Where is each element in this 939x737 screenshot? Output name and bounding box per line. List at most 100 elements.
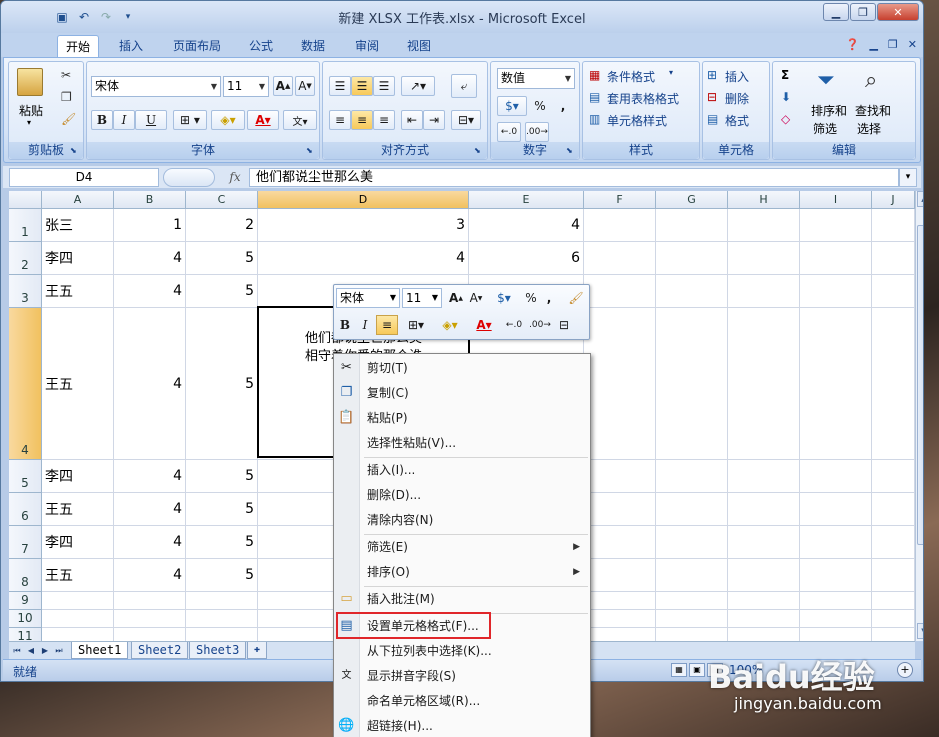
tab-insert[interactable]: 插入 bbox=[111, 35, 151, 57]
table-cell[interactable] bbox=[728, 610, 800, 628]
table-cell[interactable]: 5 bbox=[186, 526, 258, 559]
conditional-format-icon[interactable]: ▦ bbox=[589, 68, 600, 82]
mini-center-icon[interactable]: ≡ bbox=[376, 315, 398, 335]
comma-style-button[interactable]: , bbox=[553, 96, 573, 116]
table-cell[interactable]: 王五 bbox=[42, 275, 114, 308]
table-cell[interactable] bbox=[584, 275, 656, 308]
font-size-combo[interactable]: 11 ▼ bbox=[223, 76, 269, 97]
mini-font-color-icon[interactable]: A▾ bbox=[470, 315, 498, 335]
menu-item-clear-contents[interactable]: 清除内容(N) bbox=[334, 508, 590, 532]
table-cell[interactable]: 6 bbox=[469, 242, 584, 275]
table-cell[interactable] bbox=[114, 592, 186, 610]
table-cell[interactable]: 5 bbox=[186, 460, 258, 493]
insert-function-button[interactable]: fx bbox=[223, 168, 247, 187]
table-cell[interactable]: 5 bbox=[186, 275, 258, 308]
table-cell[interactable] bbox=[872, 493, 915, 526]
table-cell[interactable]: 4 bbox=[114, 242, 186, 275]
table-cell[interactable]: 3 bbox=[258, 209, 469, 242]
menu-item-sort[interactable]: 排序(O) ▶ bbox=[334, 560, 590, 584]
column-header-d[interactable]: D bbox=[258, 191, 469, 209]
mini-percent-icon[interactable]: % bbox=[522, 288, 540, 308]
paste-dropdown-icon[interactable]: ▾ bbox=[27, 118, 31, 127]
mini-grow-font-icon[interactable]: A ▲ bbox=[446, 288, 466, 308]
table-cell[interactable] bbox=[584, 628, 656, 641]
vertical-scroll-thumb[interactable] bbox=[917, 225, 923, 545]
table-cell[interactable] bbox=[656, 559, 728, 592]
table-cell[interactable] bbox=[584, 559, 656, 592]
menu-item-delete[interactable]: 删除(D)... bbox=[334, 483, 590, 507]
table-cell[interactable] bbox=[584, 493, 656, 526]
table-cell[interactable] bbox=[728, 209, 800, 242]
insert-cells-icon[interactable]: ⊞ bbox=[707, 68, 717, 82]
sort-filter-label-1[interactable]: 排序和 bbox=[811, 102, 847, 119]
table-cell[interactable] bbox=[584, 592, 656, 610]
table-cell[interactable]: 4 bbox=[114, 526, 186, 559]
table-cell[interactable] bbox=[42, 610, 114, 628]
row-header-11[interactable]: 11 bbox=[9, 628, 42, 641]
column-header-b[interactable]: B bbox=[114, 191, 186, 209]
borders-icon[interactable]: ⊞ ▾ bbox=[173, 110, 207, 130]
table-cell[interactable]: 4 bbox=[114, 308, 186, 460]
tab-data[interactable]: 数据 bbox=[293, 35, 333, 57]
table-cell[interactable] bbox=[186, 628, 258, 641]
tab-review[interactable]: 审阅 bbox=[347, 35, 387, 57]
mini-borders-icon[interactable]: ⊞▾ bbox=[402, 315, 430, 335]
table-cell[interactable] bbox=[800, 242, 872, 275]
table-cell[interactable]: 4 bbox=[258, 242, 469, 275]
mini-italic-button[interactable]: I bbox=[356, 315, 374, 335]
table-cell[interactable]: 4 bbox=[469, 209, 584, 242]
mini-merge-icon[interactable]: ⊟ bbox=[554, 315, 574, 335]
table-cell[interactable]: 李四 bbox=[42, 242, 114, 275]
table-cell[interactable] bbox=[872, 209, 915, 242]
font-name-combo[interactable]: 宋体 ▼ bbox=[91, 76, 221, 97]
help-icon[interactable]: ❓ bbox=[846, 38, 860, 51]
find-select-icon[interactable]: ⌕ bbox=[865, 68, 877, 93]
row-header-8[interactable]: 8 bbox=[9, 559, 42, 592]
table-cell[interactable] bbox=[872, 628, 915, 641]
table-cell[interactable]: 5 bbox=[186, 493, 258, 526]
page-layout-view-icon[interactable]: ▣ bbox=[689, 663, 705, 677]
restore-button[interactable]: ❐ bbox=[850, 3, 876, 21]
grow-font-icon[interactable]: A ▲ bbox=[273, 76, 293, 96]
table-cell[interactable] bbox=[872, 308, 915, 460]
ribbon-restore-icon[interactable]: ❐ bbox=[888, 38, 898, 51]
align-middle-icon[interactable]: ☰ bbox=[351, 76, 373, 96]
cell-styles-button[interactable]: 单元格样式 bbox=[607, 112, 667, 129]
select-all-corner[interactable] bbox=[9, 191, 42, 209]
table-cell[interactable] bbox=[800, 460, 872, 493]
align-left-icon[interactable]: ≡ bbox=[329, 110, 351, 130]
table-cell[interactable] bbox=[800, 610, 872, 628]
tab-page-layout[interactable]: 页面布局 bbox=[165, 35, 229, 57]
column-header-a[interactable]: A bbox=[42, 191, 114, 209]
table-cell[interactable] bbox=[114, 610, 186, 628]
cut-icon[interactable]: ✂ bbox=[61, 68, 71, 82]
bold-button[interactable]: B bbox=[91, 110, 113, 130]
align-center-icon[interactable]: ≡ bbox=[351, 110, 373, 130]
table-cell[interactable] bbox=[872, 592, 915, 610]
find-select-label-1[interactable]: 查找和 bbox=[855, 102, 891, 119]
fill-icon[interactable]: ⬇ bbox=[781, 90, 791, 104]
underline-button[interactable]: U bbox=[135, 110, 167, 130]
table-cell[interactable] bbox=[728, 275, 800, 308]
accounting-format-icon[interactable]: $▾ bbox=[497, 96, 527, 116]
row-header-1[interactable]: 1 bbox=[9, 209, 42, 242]
last-sheet-icon[interactable]: ⏭ bbox=[53, 644, 65, 657]
table-cell[interactable] bbox=[728, 526, 800, 559]
sheet-tab-sheet2[interactable]: Sheet2 bbox=[131, 642, 189, 659]
mini-decrease-decimal-icon[interactable]: .00→ bbox=[528, 315, 552, 335]
table-cell[interactable] bbox=[728, 308, 800, 460]
row-header-4[interactable]: 4 bbox=[9, 308, 42, 460]
alignment-launcher-icon[interactable]: ⬊ bbox=[474, 146, 484, 156]
table-cell[interactable]: 5 bbox=[186, 242, 258, 275]
autosum-button[interactable]: Σ bbox=[781, 68, 789, 82]
column-header-e[interactable]: E bbox=[469, 191, 584, 209]
cell-styles-icon[interactable]: ▥ bbox=[589, 112, 600, 126]
first-sheet-icon[interactable]: ⏮ bbox=[11, 644, 23, 657]
table-cell[interactable] bbox=[800, 308, 872, 460]
menu-item-show-phonetic[interactable]: 文 显示拼音字段(S) bbox=[334, 664, 590, 688]
menu-item-insert-comment[interactable]: ▭ 插入批注(M) bbox=[334, 587, 590, 611]
column-header-j[interactable]: J bbox=[872, 191, 915, 209]
close-button[interactable]: ✕ bbox=[877, 3, 919, 21]
align-right-icon[interactable]: ≡ bbox=[373, 110, 395, 130]
tab-formulas[interactable]: 公式 bbox=[241, 35, 281, 57]
